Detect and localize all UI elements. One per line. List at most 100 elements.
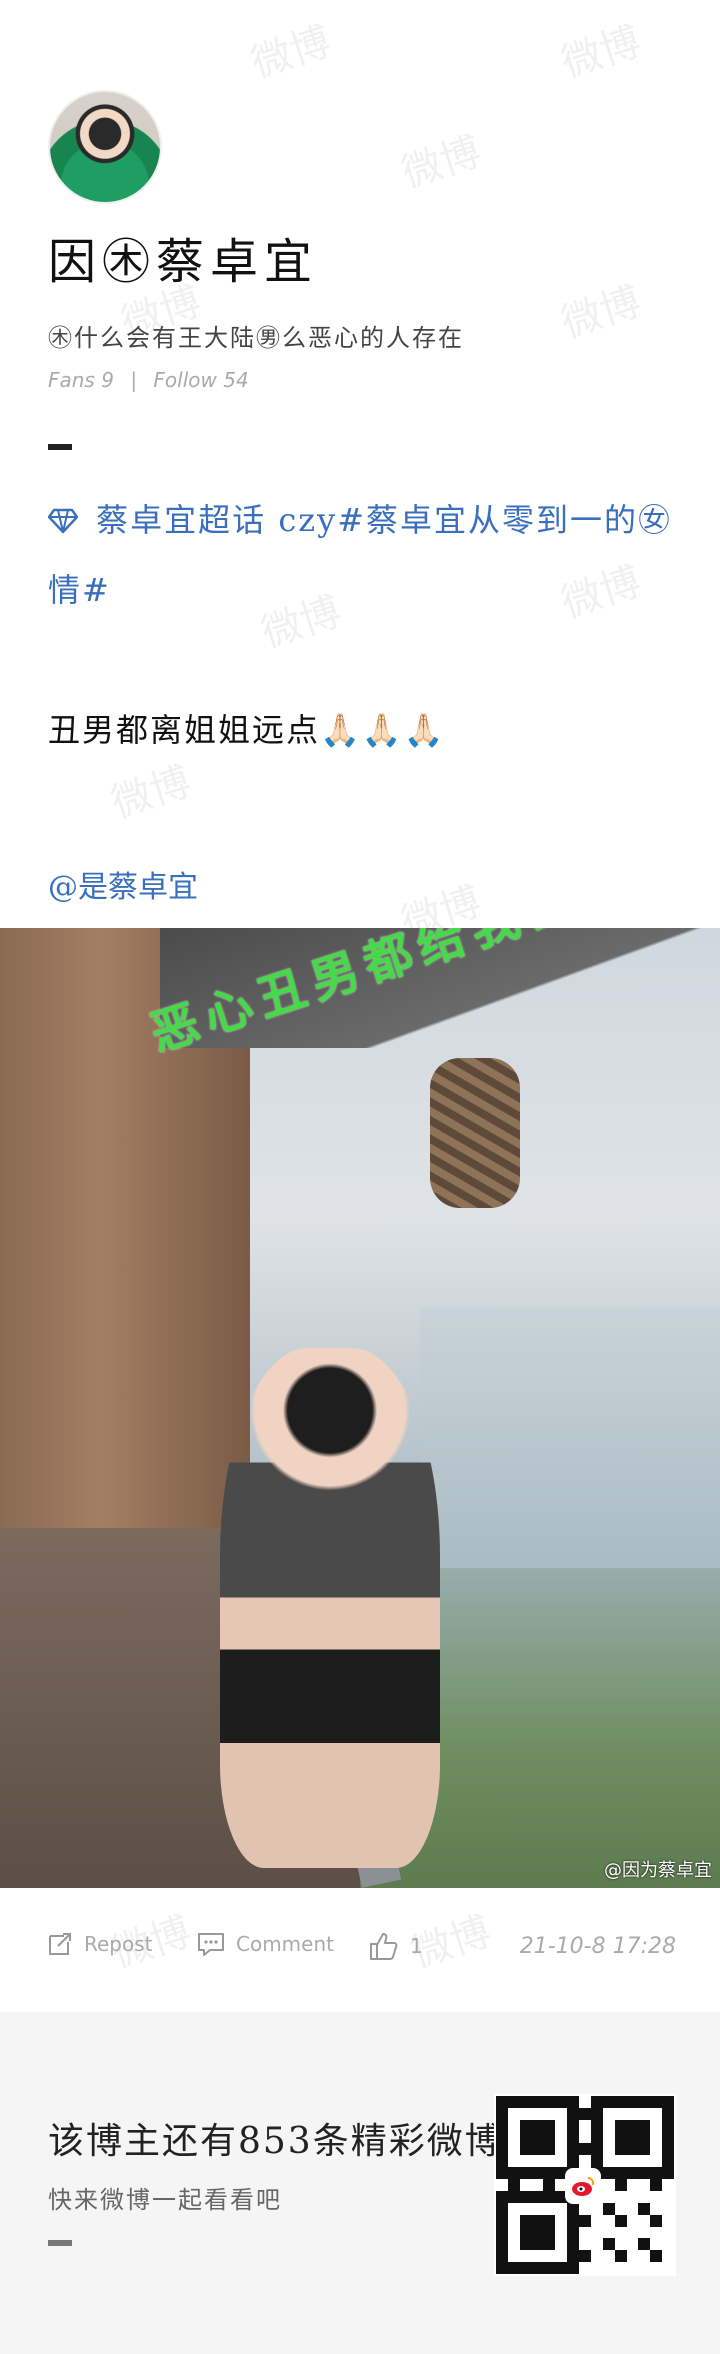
qr-module	[567, 2143, 580, 2156]
post-text: 丑男都离姐姐远点🙏🏻🙏🏻🙏🏻	[48, 705, 446, 751]
qr-module	[531, 2131, 544, 2144]
qr-module	[567, 2155, 580, 2168]
qr-module	[591, 2238, 603, 2250]
follow-count: 54	[223, 368, 249, 392]
qr-module	[519, 2096, 532, 2108]
footer-promo: 该博主还有853条精彩微博 快来微博一起看看吧	[0, 2012, 720, 2354]
qr-module	[555, 2155, 567, 2167]
qr-module	[603, 2120, 615, 2132]
qr-module	[543, 2119, 556, 2132]
qr-module	[591, 2215, 603, 2227]
qr-module	[638, 2202, 651, 2215]
fans-label: Fans	[48, 368, 95, 392]
qr-module	[555, 2132, 567, 2144]
qr-module	[508, 2108, 520, 2120]
qr-module	[662, 2179, 674, 2191]
supertopic-link[interactable]: 蔡卓宜超话 czy#蔡卓宜从零到一的㊛情#	[47, 485, 678, 625]
qr-module	[614, 2250, 627, 2263]
footer-subline: 快来微博一起看看吧	[48, 2186, 282, 2214]
qr-module	[662, 2250, 674, 2262]
qr-module	[543, 2214, 556, 2227]
qr-module	[496, 2250, 508, 2263]
qr-module	[579, 2262, 591, 2274]
qr-module	[602, 2167, 615, 2180]
qr-module	[555, 2096, 568, 2108]
comment-label: Comment	[236, 1932, 334, 1956]
qr-module	[531, 2143, 544, 2156]
qr-module	[590, 2096, 603, 2108]
qr-module	[662, 2203, 674, 2215]
qr-module	[508, 2238, 520, 2250]
repost-button[interactable]: Repost	[46, 1930, 153, 1958]
qr-module	[531, 2262, 544, 2274]
qr-module	[567, 2238, 580, 2251]
qr-module	[638, 2238, 651, 2251]
qr-module	[579, 2250, 591, 2263]
qr-module	[662, 2191, 674, 2203]
qr-module	[615, 2262, 627, 2274]
qr-module	[579, 2203, 591, 2215]
qr-module	[662, 2155, 674, 2168]
profile-name[interactable]: 因㊍蔡卓宜	[48, 222, 318, 292]
comment-button[interactable]: Comment	[196, 1930, 334, 1958]
qr-module	[603, 2108, 615, 2120]
qr-module	[579, 2227, 591, 2239]
sea-view	[420, 1308, 720, 1568]
qr-module	[603, 2191, 615, 2203]
qr-module	[543, 2179, 556, 2191]
qr-module	[627, 2238, 639, 2250]
qr-module	[519, 2190, 532, 2203]
qr-module	[519, 2262, 532, 2274]
qr-module	[590, 2107, 603, 2120]
qr-module	[591, 2250, 603, 2262]
qr-module	[590, 2119, 603, 2132]
qr-module	[662, 2167, 674, 2180]
doll-figure	[430, 1058, 520, 1208]
qr-module	[650, 2143, 662, 2155]
qr-module	[662, 2215, 674, 2227]
qr-module	[555, 2203, 567, 2215]
qr-module	[615, 2238, 627, 2250]
qr-module	[614, 2179, 627, 2191]
qr-module	[579, 2096, 591, 2108]
qr-module	[507, 2179, 520, 2191]
qr-module	[507, 2190, 520, 2203]
qr-module	[603, 2143, 615, 2155]
post-body: 丑男都离姐姐远点	[48, 711, 321, 749]
follow-label: Follow	[153, 368, 217, 392]
weibo-watermark: 微博	[246, 18, 337, 88]
qr-module	[638, 2096, 651, 2108]
qr-module	[603, 2250, 615, 2262]
qr-module	[590, 2155, 603, 2168]
mention-link[interactable]: @是蔡卓宜	[48, 862, 198, 906]
qr-module	[567, 2262, 580, 2274]
avatar[interactable]	[48, 90, 162, 204]
qr-module	[531, 2238, 544, 2251]
qr-module	[519, 2167, 532, 2180]
qr-module	[627, 2215, 639, 2227]
qr-module	[532, 2250, 544, 2262]
qr-module	[567, 2107, 580, 2120]
qr-module	[508, 2203, 520, 2215]
qr-module	[650, 2132, 662, 2144]
footer-headline: 该博主还有853条精彩微博	[48, 2121, 503, 2162]
qr-module	[555, 2227, 567, 2239]
qr-module	[650, 2120, 662, 2132]
qr-module	[531, 2214, 544, 2227]
weibo-watermark: 微博	[106, 758, 197, 828]
post-image[interactable]: 恶心丑男都给我去死 @因为蔡卓宜	[0, 928, 720, 1888]
fans-count: 9	[101, 368, 114, 392]
qr-module	[508, 2132, 520, 2144]
qr-module	[555, 2238, 567, 2250]
repost-label: Repost	[84, 1932, 153, 1956]
qr-module	[543, 2131, 556, 2144]
qr-module	[590, 2131, 603, 2144]
qr-module	[507, 2167, 520, 2180]
topic-text: 蔡卓宜超话 czy#蔡卓宜从零到一的㊛情#	[48, 501, 673, 609]
qr-module	[531, 2096, 544, 2108]
qr-module	[555, 2250, 567, 2262]
stats-divider: |	[130, 368, 138, 392]
qr-module	[662, 2096, 674, 2108]
like-button[interactable]: 1	[368, 1930, 423, 1962]
qr-module	[567, 2250, 580, 2263]
